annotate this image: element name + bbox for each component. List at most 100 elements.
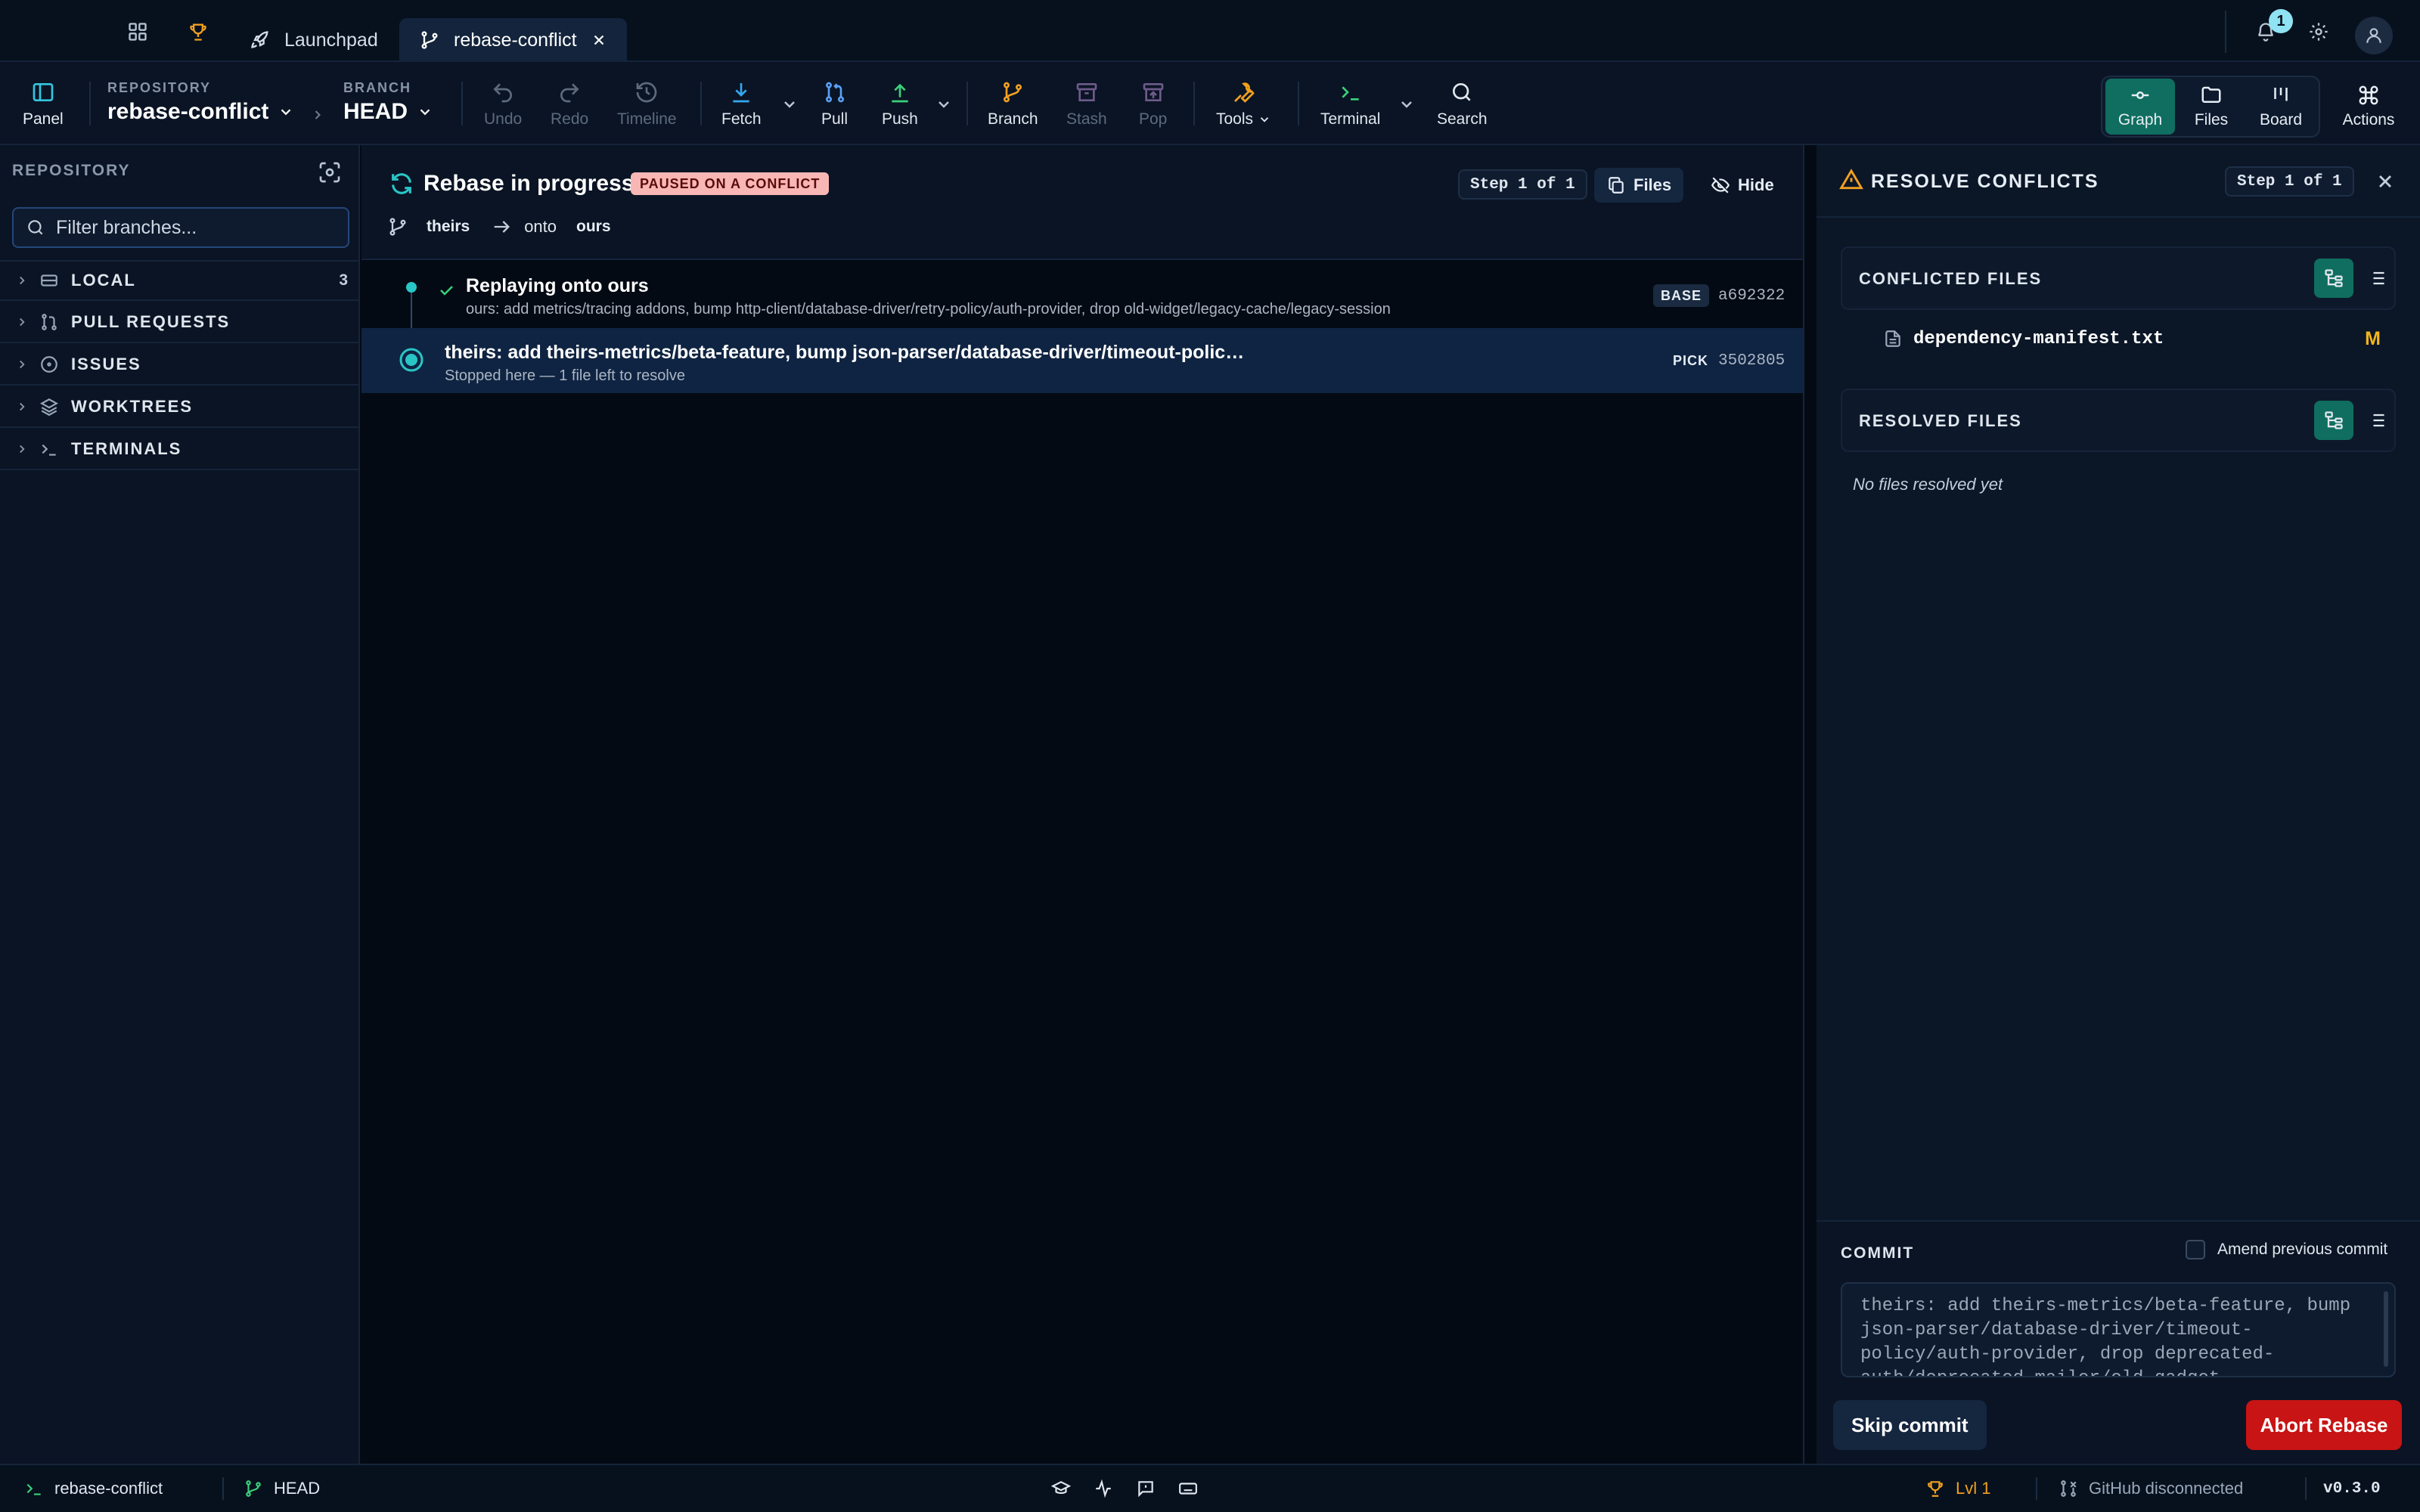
timeline-button[interactable]: Timeline [617,80,677,129]
commit-sha: a692322 [1718,287,1786,305]
file-status: M [2365,327,2381,349]
toolbar: Panel REPOSITORY rebase-conflict BRANCH … [0,62,2420,145]
rocket-icon [250,29,271,51]
abort-rebase-button[interactable]: Abort Rebase [2246,1400,2402,1450]
sidebar-item-terminals[interactable]: TERMINALS [0,429,358,470]
status-github[interactable]: GitHub disconnected [2059,1465,2243,1512]
trophy-icon[interactable] [188,21,209,42]
fetch-button[interactable]: Fetch [721,80,762,129]
view-graph-button[interactable]: Graph [2105,79,2175,135]
notification-badge: 1 [2269,9,2293,33]
upload-icon [888,80,912,104]
close-icon[interactable] [2375,171,2396,192]
folder-icon [2200,84,2223,107]
activity-icon[interactable] [1094,1465,1113,1512]
tab-label: Launchpad [284,29,378,51]
terminal-icon [24,1479,44,1498]
files-button[interactable]: Files [1594,168,1684,203]
check-icon [437,281,455,299]
rebase-header: Rebase in progress PAUSED ON A CONFLICT … [361,145,1803,260]
warning-icon [1839,168,1865,194]
conflicted-files-section: CONFLICTED FILES [1841,246,2396,310]
undo-button[interactable]: Undo [484,80,522,129]
pull-button[interactable]: Pull [821,80,848,129]
status-repo[interactable]: rebase-conflict [24,1465,163,1512]
actions-button[interactable]: Actions [2334,79,2403,135]
terminal-options-chevron-icon[interactable] [1398,95,1416,113]
chevron-right-icon [15,400,29,414]
focus-icon[interactable] [318,160,342,184]
commit-subtitle: Stopped here — 1 file left to resolve [445,367,685,384]
list-view-toggle[interactable] [2356,401,2396,440]
pop-button[interactable]: Pop [1139,80,1167,129]
archive-icon [1075,80,1099,104]
commit-row-pick[interactable]: theirs: add theirs-metrics/beta-feature,… [361,328,1803,393]
branch-button[interactable]: Branch [988,80,1038,129]
amend-checkbox[interactable]: Amend previous commit [2186,1240,2387,1259]
resolved-empty-note: No files resolved yet [1853,475,2003,494]
keyboard-icon[interactable] [1178,1465,1198,1512]
user-icon [2366,28,2381,43]
push-button[interactable]: Push [882,80,918,129]
title-bar: Launchpad rebase-conflict 1 [0,0,2420,62]
gear-icon[interactable] [2308,21,2329,42]
commit-subtitle: ours: add metrics/tracing addons, bump h… [466,301,1391,318]
redo-button[interactable]: Redo [551,80,588,129]
divider [700,82,702,125]
filter-branches-input[interactable] [56,216,328,239]
close-tab-icon[interactable] [591,32,607,48]
sidebar-item-worktrees[interactable]: WORKTREES [0,387,358,428]
chevron-down-icon [278,104,294,120]
status-version: v0.3.0 [2323,1479,2381,1498]
commit-row-base[interactable]: Replaying onto ours ours: add metrics/tr… [361,262,1803,327]
tree-icon [2323,410,2344,431]
sidebar-item-local[interactable]: LOCAL 3 [0,260,358,301]
repository-selector[interactable]: REPOSITORY rebase-conflict [107,80,294,125]
archive-restore-icon [1141,80,1165,104]
layers-icon [39,397,59,417]
skip-commit-button[interactable]: Skip commit [1833,1400,1987,1450]
divider [2225,11,2226,53]
fetch-options-chevron-icon[interactable] [780,95,799,113]
pull-request-icon [823,80,847,104]
copy-icon [1606,175,1626,195]
status-branch[interactable]: HEAD [244,1465,320,1512]
command-icon [2357,84,2380,107]
sidebar-item-issues[interactable]: ISSUES [0,345,358,386]
graduation-cap-icon[interactable] [1051,1465,1071,1512]
step-indicator: Step 1 of 1 [2225,166,2354,197]
divider [222,1477,224,1500]
view-board-button[interactable]: Board [2246,79,2316,135]
scrollbar[interactable] [2384,1291,2388,1367]
status-level[interactable]: Lvl 1 [1925,1465,1990,1512]
view-files-button[interactable]: Files [2176,79,2246,135]
chevron-down-icon [417,104,433,120]
search-button[interactable]: Search [1437,80,1488,129]
feedback-icon[interactable] [1136,1465,1156,1512]
sidebar-item-pull-requests[interactable]: PULL REQUESTS [0,302,358,343]
avatar[interactable] [2355,17,2393,54]
tree-icon [2323,268,2344,289]
branch-selector[interactable]: BRANCH HEAD [343,80,433,125]
checkbox[interactable] [2186,1240,2205,1259]
tools-button[interactable]: Tools [1216,80,1271,129]
commit-caption: COMMIT [1841,1244,1915,1262]
tab-rebase-conflict[interactable]: rebase-conflict [399,18,627,62]
divider [1817,216,2420,218]
tree-view-toggle[interactable] [2314,259,2353,298]
conflicted-file-row[interactable]: dependency-manifest.txt M [1856,319,2396,358]
stash-button[interactable]: Stash [1066,80,1107,129]
file-icon [1856,329,1913,349]
panel-button[interactable]: Panel [23,80,64,129]
tree-view-toggle[interactable] [2314,401,2353,440]
file-name: dependency-manifest.txt [1913,328,2164,349]
hide-button[interactable]: Hide [1699,168,1786,203]
terminal-button[interactable]: Terminal [1320,80,1380,129]
commit-message-textarea[interactable]: theirs: add theirs-metrics/beta-feature,… [1841,1282,2396,1377]
list-view-toggle[interactable] [2356,259,2396,298]
grid-icon[interactable] [127,21,148,42]
chevron-right-icon [15,442,29,456]
divider [966,82,968,125]
tab-launchpad[interactable]: Launchpad [230,18,398,62]
push-options-chevron-icon[interactable] [935,95,953,113]
